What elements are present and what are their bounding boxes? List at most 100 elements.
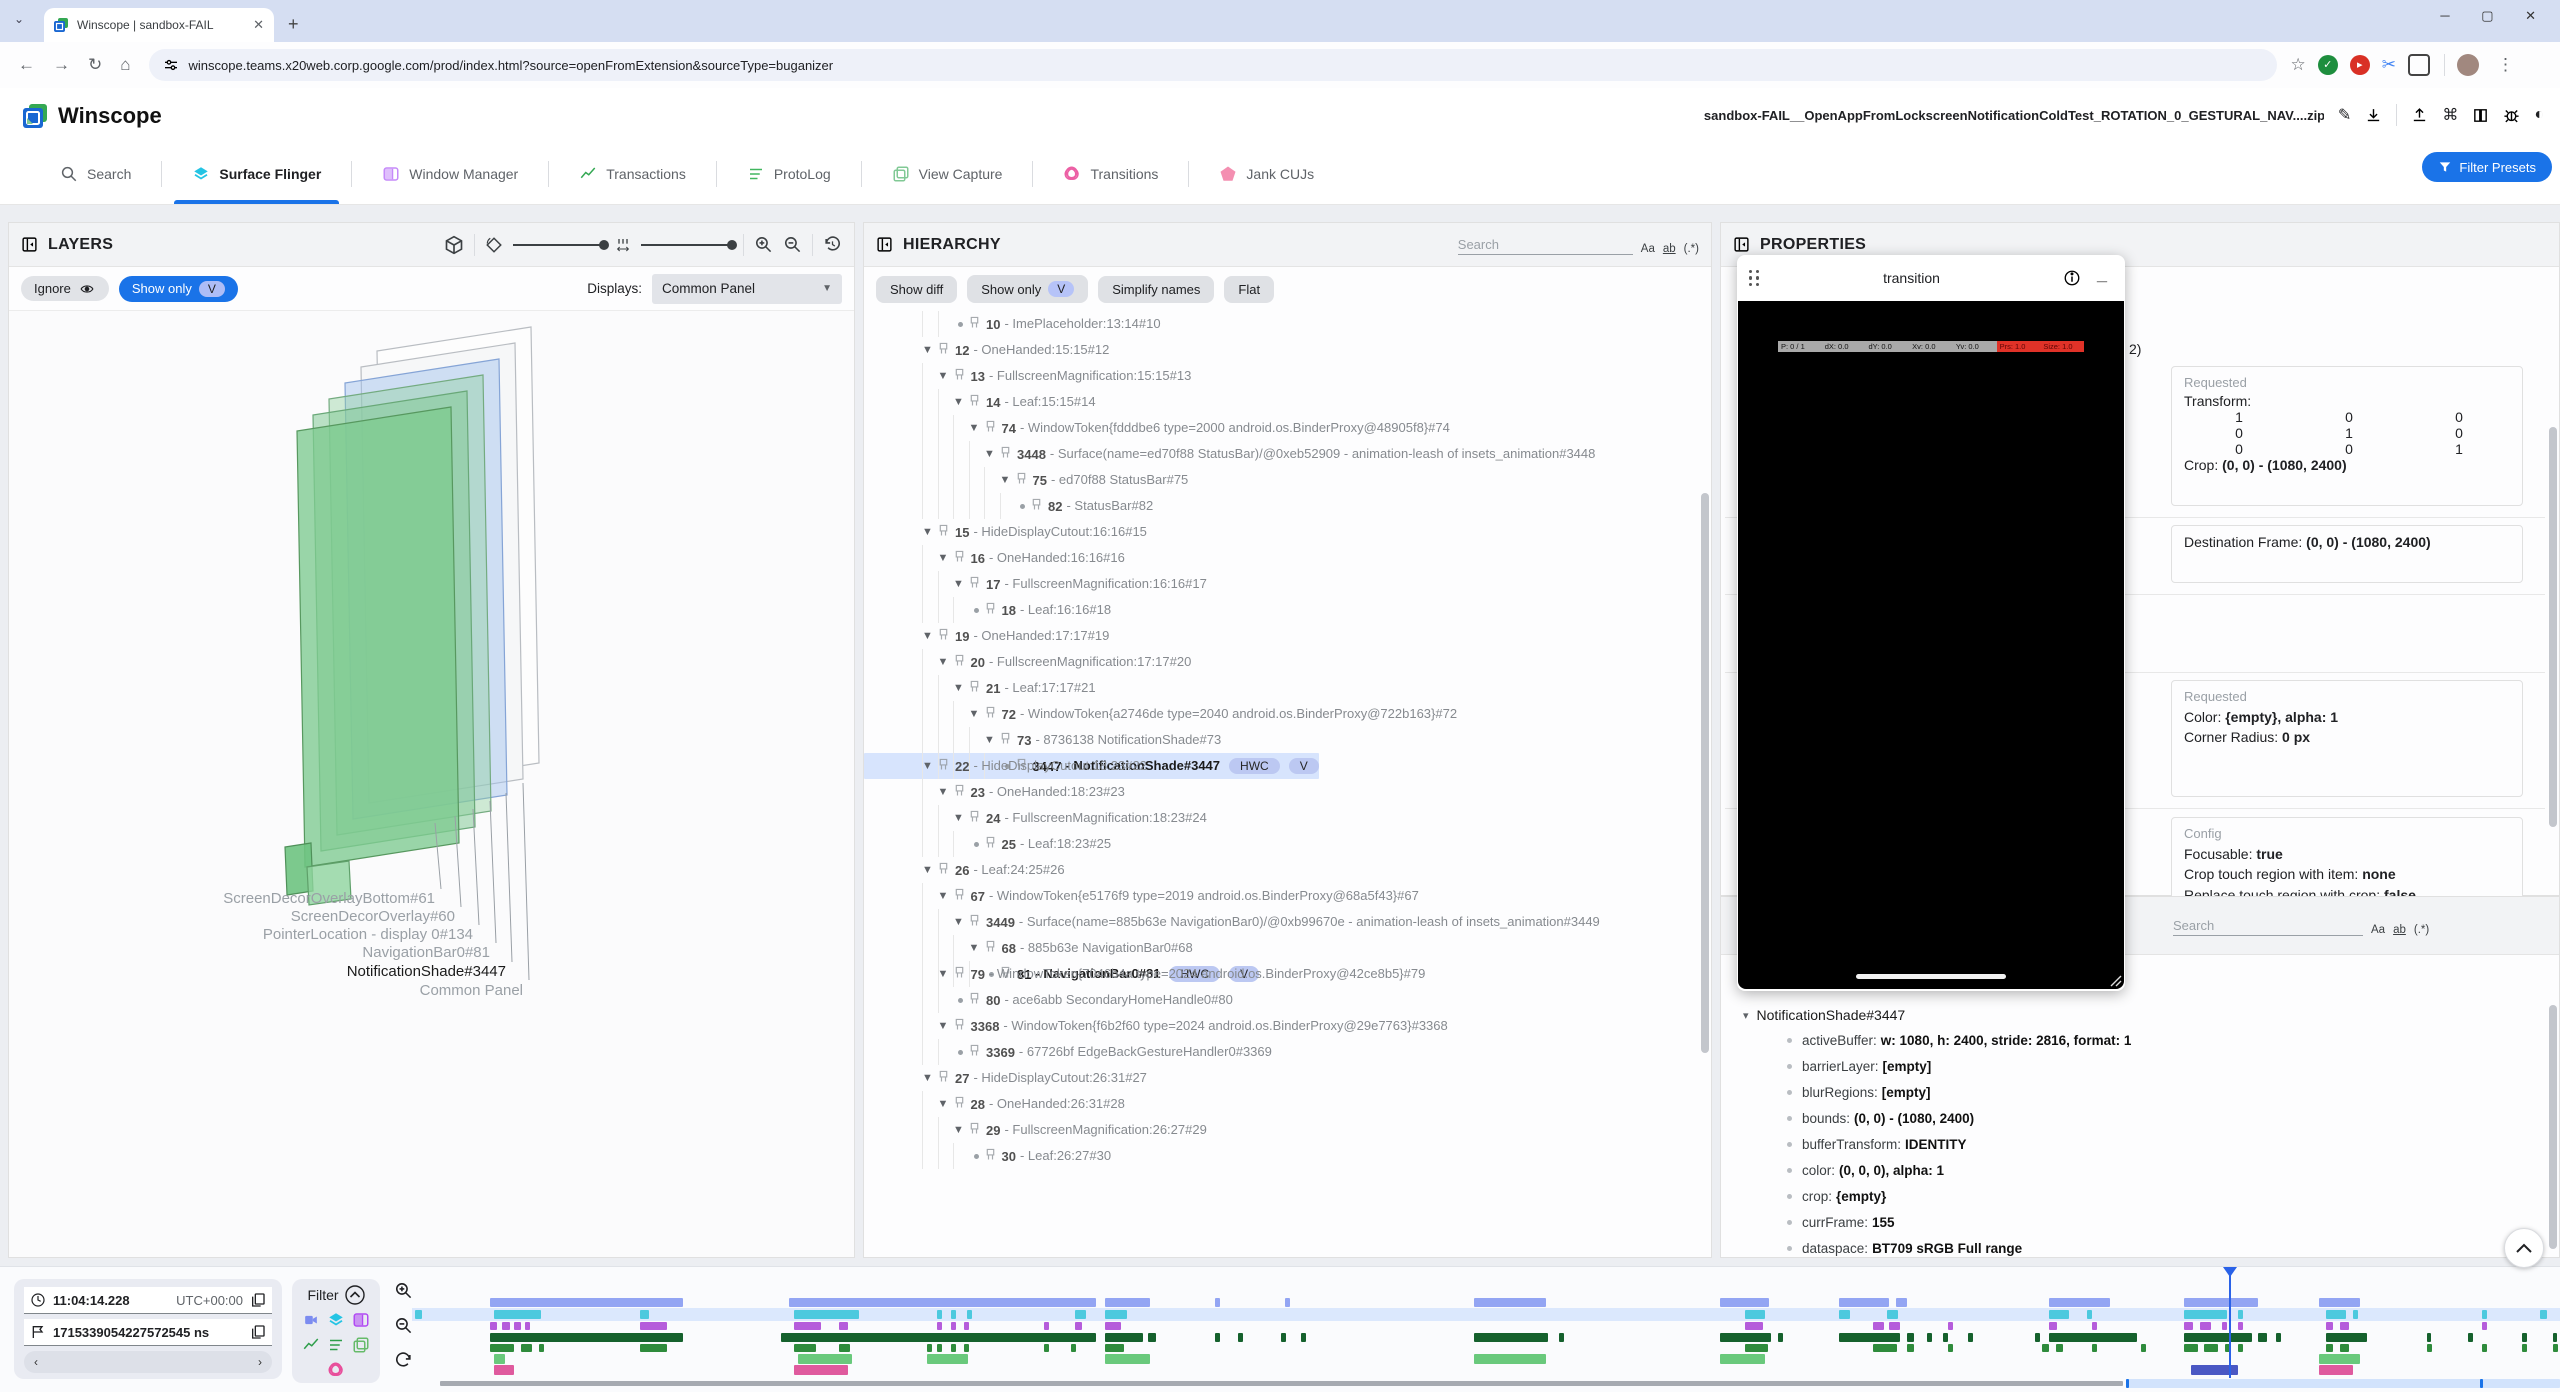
collapse-node-icon[interactable]: ▼: [938, 656, 954, 668]
hierarchy-node-30[interactable]: 30 - Leaf:26:27#30: [864, 1143, 1711, 1169]
timeline-range-selection[interactable]: [2126, 1379, 2560, 1388]
scissors-extension-icon[interactable]: ✂: [2382, 55, 2396, 75]
match-word-toggle[interactable]: ab: [1663, 243, 1676, 255]
report-bug-icon[interactable]: [2503, 107, 2520, 124]
displays-select[interactable]: Common Panel▼: [652, 274, 842, 304]
trace-tab-transactions[interactable]: Transactions: [549, 144, 716, 204]
download-icon[interactable]: [2365, 107, 2382, 124]
reload-icon[interactable]: ↻: [88, 55, 102, 75]
collapse-node-icon[interactable]: ▼: [953, 682, 969, 694]
hierarchy-node-3448[interactable]: ▼3448 - Surface(name=ed70f88 StatusBar)/…: [864, 441, 1711, 467]
hierarchy-node-79[interactable]: ▼79 - WindowToken{7046b4a type=2024 andr…: [864, 961, 1711, 987]
hierarchy-node-67[interactable]: ▼67 - WindowToken{e5176f9 type=2019 andr…: [864, 883, 1711, 909]
tab-search-chevron-icon[interactable]: ⌄: [14, 12, 24, 26]
tab-close-icon[interactable]: ✕: [253, 17, 264, 33]
hierarchy-node-23[interactable]: ▼23 - OneHanded:18:23#23: [864, 779, 1711, 805]
trace-tab-surface-flinger[interactable]: Surface Flinger: [162, 144, 351, 204]
hierarchy-node-13[interactable]: ▼13 - FullscreenMagnification:15:15#13: [864, 363, 1711, 389]
transitions-filter-icon[interactable]: [327, 1361, 345, 1379]
regex-toggle[interactable]: (.*): [2414, 924, 2429, 936]
surface-flinger-filter-icon[interactable]: [327, 1311, 345, 1329]
hierarchy-node-74[interactable]: ▼74 - WindowToken{fdddbe6 type=2000 andr…: [864, 415, 1711, 441]
properties-scrollbar[interactable]: [2549, 427, 2557, 827]
pin-icon[interactable]: [1016, 472, 1027, 488]
timeline-reset-ic[interactable]: [394, 1351, 413, 1370]
flat-button[interactable]: Flat: [1224, 276, 1274, 303]
collapse-node-icon[interactable]: ▼: [922, 864, 938, 876]
hierarchy-node-15[interactable]: ▼15 - HideDisplayCutout:16:16#15: [864, 519, 1711, 545]
view-capture-filter-icon[interactable]: [352, 1336, 370, 1354]
collapse-node-icon[interactable]: ▼: [938, 890, 954, 902]
hierarchy-node-21[interactable]: ▼21 - Leaf:17:17#21: [864, 675, 1711, 701]
window-controls[interactable]: ─ ▢ ✕: [2440, 8, 2550, 24]
show-diff-button[interactable]: Show diff: [876, 276, 957, 303]
resize-handle-icon[interactable]: [2110, 975, 2122, 987]
dark-mode-icon[interactable]: ◐: [2534, 106, 2544, 124]
trace-tab-view-capture[interactable]: View Capture: [862, 144, 1033, 204]
pin-icon[interactable]: [954, 888, 965, 904]
browser-tab[interactable]: Winscope | sandbox-FAIL ✕: [44, 8, 274, 42]
pin-icon[interactable]: [969, 810, 980, 826]
window-manager-filter-icon[interactable]: [352, 1311, 370, 1329]
property-item[interactable]: bounds:(0, 0) - (1080, 2400): [1787, 1105, 2559, 1131]
omnibox[interactable]: winscope.teams.x20web.corp.google.com/pr…: [149, 49, 2277, 81]
regex-toggle[interactable]: (.*): [1684, 243, 1699, 255]
hierarchy-node-14[interactable]: ▼14 - Leaf:15:15#14: [864, 389, 1711, 415]
collapse-node-icon[interactable]: ▼: [969, 942, 985, 954]
trace-tab-search[interactable]: Search: [30, 144, 161, 204]
pin-icon[interactable]: [985, 1148, 996, 1164]
collapse-node-icon[interactable]: ▼: [922, 344, 938, 356]
pin-icon[interactable]: [954, 1096, 965, 1112]
pin-icon[interactable]: [954, 550, 965, 566]
copy-icon[interactable]: [250, 1292, 266, 1308]
home-icon[interactable]: ⌂: [120, 55, 130, 75]
details-scrollbar[interactable]: [2549, 1005, 2557, 1249]
timeline-pager[interactable]: ‹›: [24, 1351, 272, 1373]
pin-icon[interactable]: [969, 1122, 980, 1138]
collapse-filter-icon[interactable]: [345, 1285, 365, 1305]
ignore-toggle[interactable]: Ignore: [21, 276, 109, 301]
trace-tab-jank-cujs[interactable]: Jank CUJs: [1189, 144, 1344, 204]
collapse-node-icon[interactable]: ▼: [984, 734, 1000, 746]
pin-icon[interactable]: [938, 1070, 949, 1086]
property-item[interactable]: blurRegions:[empty]: [1787, 1079, 2559, 1105]
zoom-in-icon[interactable]: [754, 235, 773, 254]
hierarchy-node-10[interactable]: 10 - ImePlaceholder:13:14#10: [864, 311, 1711, 337]
collapse-node-icon[interactable]: ▼: [953, 396, 969, 408]
layer-label[interactable]: ScreenDecorOverlayBottom#61: [223, 890, 435, 907]
hierarchy-node-72[interactable]: ▼72 - WindowToken{a2746de type=2040 andr…: [864, 701, 1711, 727]
hierarchy-node-3449[interactable]: ▼3449 - Surface(name=885b63e NavigationB…: [864, 909, 1711, 935]
match-case-toggle[interactable]: Aa: [1641, 243, 1655, 255]
hierarchy-node-73[interactable]: ▼73 - 8736138 NotificationShade#73: [864, 727, 1711, 753]
transition-overlay-window[interactable]: transition _ P: 0 / 1dX: 0.0dY: 0.0Xv: 0…: [1737, 255, 2125, 991]
timeline-scrollbar-thumb[interactable]: [440, 1381, 2123, 1386]
trace-tab-transitions[interactable]: Transitions: [1033, 144, 1188, 204]
pin-icon[interactable]: [938, 628, 949, 644]
ns-time-field[interactable]: 1715339054227572545 ns: [24, 1319, 272, 1346]
range-tick[interactable]: [2126, 1379, 2129, 1388]
hierarchy-scrollbar[interactable]: [1701, 493, 1709, 1053]
spacing-slider[interactable]: [641, 244, 733, 246]
collapse-node-icon[interactable]: ▼: [938, 1098, 954, 1110]
collapse-panel-icon[interactable]: [21, 236, 38, 253]
pin-icon[interactable]: [985, 602, 996, 618]
hierarchy-node-24[interactable]: ▼24 - FullscreenMagnification:18:23#24: [864, 805, 1711, 831]
rotation-icon[interactable]: [485, 236, 503, 254]
collapse-node-icon[interactable]: ▼: [938, 552, 954, 564]
hierarchy-node-12[interactable]: ▼12 - OneHanded:15:15#12: [864, 337, 1711, 363]
selected-layer-node[interactable]: ▾ NotificationShade#3447: [1743, 1007, 2559, 1023]
copy-icon[interactable]: [250, 1324, 266, 1340]
hierarchy-node-22[interactable]: ▼22 - HideDisplayCutout:18:23#22: [864, 753, 1711, 779]
pin-icon[interactable]: [1000, 446, 1011, 462]
property-item[interactable]: bufferTransform:IDENTITY: [1787, 1131, 2559, 1157]
collapse-panel-icon[interactable]: [1733, 236, 1750, 253]
reset-view-icon[interactable]: [823, 235, 842, 254]
collapse-node-icon[interactable]: ▼: [1000, 474, 1016, 486]
collapse-node-icon[interactable]: ▼: [969, 708, 985, 720]
collapse-node-icon[interactable]: ▼: [953, 578, 969, 590]
hierarchy-node-28[interactable]: ▼28 - OneHanded:26:31#28: [864, 1091, 1711, 1117]
hierarchy-node-80[interactable]: 80 - ace6abb SecondaryHomeHandle0#80: [864, 987, 1711, 1013]
extensions-puzzle-icon[interactable]: [2408, 54, 2430, 76]
hierarchy-node-75[interactable]: ▼75 - ed70f88 StatusBar#75: [864, 467, 1711, 493]
filter-presets-button[interactable]: Filter Presets: [2422, 152, 2552, 182]
